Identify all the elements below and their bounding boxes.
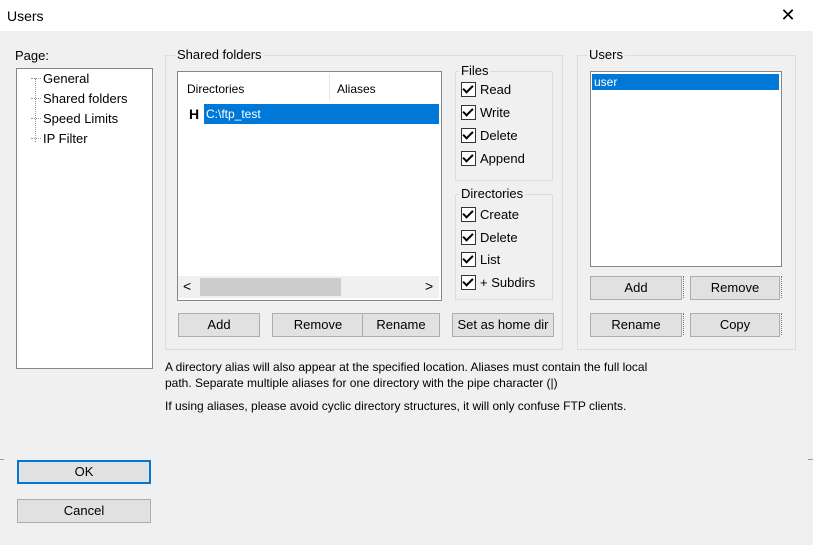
directory-cell: C:\ftp_test xyxy=(204,104,439,124)
splitter-grip xyxy=(683,313,687,335)
checkbox-label: Create xyxy=(480,207,520,222)
delete-files-checkbox[interactable]: Delete xyxy=(461,128,518,146)
checkbox-checked xyxy=(461,151,476,167)
scroll-left-icon[interactable]: < xyxy=(183,278,191,294)
window-edge xyxy=(0,459,4,460)
files-group-label: Files xyxy=(459,63,491,78)
splitter-grip xyxy=(781,276,785,298)
tree-connector xyxy=(31,98,41,100)
alias-info-line-1: A directory alias will also appear at th… xyxy=(165,360,648,374)
scroll-right-icon[interactable]: > xyxy=(425,278,433,294)
subdirs-checkbox[interactable]: + Subdirs xyxy=(461,275,535,293)
alias-info-line-3: If using aliases, please avoid cyclic di… xyxy=(165,399,627,413)
list-checkbox[interactable]: List xyxy=(461,252,500,270)
checkbox-label: Append xyxy=(480,151,525,166)
checkbox-checked xyxy=(461,230,476,246)
write-checkbox[interactable]: Write xyxy=(461,105,510,123)
checkbox-label: + Subdirs xyxy=(480,275,536,290)
checkbox-checked xyxy=(461,275,476,291)
delete-dirs-checkbox[interactable]: Delete xyxy=(461,230,518,248)
window-edge xyxy=(808,459,813,460)
column-divider[interactable] xyxy=(329,74,330,100)
read-checkbox[interactable]: Read xyxy=(461,82,511,100)
tree-connector xyxy=(31,138,41,140)
tree-connector xyxy=(31,78,41,80)
set-home-dir-button[interactable]: Set as home dir xyxy=(452,313,554,337)
checkbox-checked xyxy=(461,105,476,121)
checkbox-label: Write xyxy=(480,105,511,120)
add-user-button[interactable]: Add xyxy=(590,276,682,300)
tree-item-shared-folders[interactable]: Shared folders xyxy=(31,91,128,109)
window-title: Users xyxy=(7,8,44,24)
users-group-label: Users xyxy=(587,47,625,62)
remove-directory-button[interactable]: Remove xyxy=(272,313,364,337)
tree-item-general[interactable]: General xyxy=(31,71,89,89)
checkbox-checked xyxy=(461,207,476,223)
checkbox-label: Delete xyxy=(480,230,518,245)
close-icon[interactable]: ✕ xyxy=(778,4,798,26)
checkbox-checked xyxy=(461,82,476,98)
create-checkbox[interactable]: Create xyxy=(461,207,519,225)
table-row[interactable]: H C:\ftp_test xyxy=(178,103,439,125)
column-header-directories[interactable]: Directories xyxy=(187,82,244,96)
home-dir-marker: H xyxy=(189,106,200,122)
append-checkbox[interactable]: Append xyxy=(461,151,525,169)
page-label: Page: xyxy=(15,48,49,63)
column-header-aliases[interactable]: Aliases xyxy=(337,82,376,96)
cancel-button[interactable]: Cancel xyxy=(17,499,151,523)
tree-connector xyxy=(31,118,41,120)
rename-user-button[interactable]: Rename xyxy=(590,313,682,337)
tree-item-speed-limits[interactable]: Speed Limits xyxy=(31,111,118,129)
rename-directory-button[interactable]: Rename xyxy=(362,313,440,337)
checkbox-label: Read xyxy=(480,82,512,97)
copy-user-button[interactable]: Copy xyxy=(690,313,780,337)
alias-info-line-2: path. Separate multiple aliases for one … xyxy=(165,376,558,390)
shared-folders-label: Shared folders xyxy=(175,47,264,62)
splitter-grip xyxy=(683,276,687,298)
directories-group-label: Directories xyxy=(459,186,526,201)
list-item[interactable]: user xyxy=(592,74,779,90)
tree-item-label: IP Filter xyxy=(43,131,88,146)
checkbox-checked xyxy=(461,252,476,268)
tree-item-label: Speed Limits xyxy=(43,111,119,126)
ok-button[interactable]: OK xyxy=(17,460,151,484)
add-directory-button[interactable]: Add xyxy=(178,313,260,337)
title-bar xyxy=(0,0,813,31)
scroll-thumb[interactable] xyxy=(200,278,341,296)
checkbox-label: List xyxy=(480,252,501,267)
checkbox-checked xyxy=(461,128,476,144)
tree-item-label: General xyxy=(43,71,90,86)
tree-item-ip-filter[interactable]: IP Filter xyxy=(31,131,88,149)
users-list[interactable] xyxy=(590,71,782,267)
splitter-grip xyxy=(781,313,785,335)
remove-user-button[interactable]: Remove xyxy=(690,276,780,300)
checkbox-label: Delete xyxy=(480,128,518,143)
tree-item-label: Shared folders xyxy=(43,91,128,106)
